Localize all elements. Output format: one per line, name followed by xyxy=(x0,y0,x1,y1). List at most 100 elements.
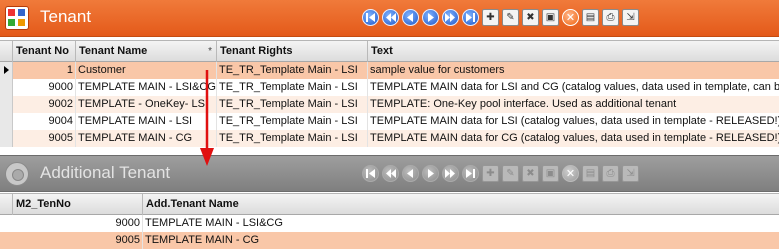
previous-record-button[interactable] xyxy=(402,9,419,26)
column-header-tenant-name[interactable]: Tenant Name * xyxy=(76,41,217,62)
next-page-icon xyxy=(445,169,455,178)
cell-tenant-no[interactable]: 9000 xyxy=(13,79,76,96)
delete-record-icon: ✖ xyxy=(526,11,535,23)
cell-m2-tenno[interactable]: 9000 xyxy=(13,215,143,232)
next-record-icon xyxy=(428,169,434,178)
table-row[interactable]: 9002 TEMPLATE - OneKey- LSI TE_TR_Template… xyxy=(0,96,779,113)
tenant-panel-header: Tenant ✚ ✎ ✖ ▣ ✕ ▤ ⎙ ⇲ xyxy=(0,0,779,37)
print-button[interactable]: ⎙ xyxy=(602,9,619,26)
column-header-tenant-rights[interactable]: Tenant Rights xyxy=(217,41,368,62)
cell-tenant-name[interactable]: TEMPLATE MAIN - CG xyxy=(76,130,217,147)
tenant-grid-body: 1 Customer TE_TR_Template Main - LSI sample… xyxy=(0,62,779,147)
cell-tenant-name[interactable]: TEMPLATE MAIN - LSI&CG xyxy=(76,79,217,96)
cell-tenant-name[interactable]: TEMPLATE MAIN - LSI xyxy=(76,113,217,130)
cell-tenant-rights[interactable]: TE_TR_Template Main - LSI xyxy=(217,79,368,96)
form-view-button[interactable]: ▤ xyxy=(582,9,599,26)
first-record-button[interactable] xyxy=(362,9,379,26)
column-label-text: Text xyxy=(371,45,393,57)
table-row[interactable]: 9004 TEMPLATE MAIN - LSI TE_TR_Template Ma… xyxy=(0,113,779,130)
cell-add-tenant-name[interactable]: TEMPLATE MAIN - LSI&CG xyxy=(143,215,779,232)
export-icon: ⇲ xyxy=(626,11,635,23)
sub-new-record-button[interactable]: ✚ xyxy=(482,165,499,182)
cell-tenant-no[interactable]: 1 xyxy=(13,62,76,79)
cell-add-tenant-name[interactable]: TEMPLATE MAIN - CG xyxy=(143,232,779,249)
sub-print-button[interactable]: ⎙ xyxy=(602,165,619,182)
additional-tenant-toolbar: ✚ ✎ ✖ ▣ ✕ ▤ ⎙ ⇲ xyxy=(362,165,639,182)
last-record-button[interactable] xyxy=(462,9,479,26)
form-view-icon: ▤ xyxy=(585,167,596,179)
sub-save-button[interactable]: ▣ xyxy=(542,165,559,182)
cell-tenant-rights[interactable]: TE_TR_Template Main - LSI xyxy=(217,113,368,130)
sub-next-page-button[interactable] xyxy=(442,165,459,182)
column-label-tenant-rights: Tenant Rights xyxy=(220,45,293,57)
cancel-icon: ✕ xyxy=(565,12,576,24)
sub-last-record-button[interactable] xyxy=(462,165,479,182)
previous-record-icon xyxy=(407,169,413,178)
cell-tenant-no[interactable]: 9004 xyxy=(13,113,76,130)
edit-record-icon: ✎ xyxy=(506,11,515,23)
row-indicator[interactable] xyxy=(0,62,13,79)
export-icon: ⇲ xyxy=(626,167,635,179)
delete-record-button[interactable]: ✖ xyxy=(522,9,539,26)
next-record-icon xyxy=(428,13,434,22)
table-row[interactable]: 1 Customer TE_TR_Template Main - LSI sample… xyxy=(0,62,779,79)
row-indicator-header xyxy=(0,194,13,215)
next-page-icon xyxy=(445,13,455,22)
cell-text[interactable]: TEMPLATE MAIN data for CG (catalog value… xyxy=(368,130,779,147)
column-header-tenant-no[interactable]: Tenant No xyxy=(13,41,76,62)
sub-delete-record-button[interactable]: ✖ xyxy=(522,165,539,182)
sub-edit-record-button[interactable]: ✎ xyxy=(502,165,519,182)
cell-tenant-no[interactable]: 9002 xyxy=(13,96,76,113)
tenant-toolbar: ✚ ✎ ✖ ▣ ✕ ▤ ⎙ ⇲ xyxy=(362,9,639,26)
additional-tenant-grid: M2_TenNo Add.Tenant Name 9000 TEMPLATE MA… xyxy=(0,193,779,249)
column-header-add-tenant-name[interactable]: Add.Tenant Name xyxy=(143,194,779,215)
tenant-grid: Tenant No Tenant Name * Tenant Rights Te… xyxy=(0,40,779,152)
row-indicator[interactable] xyxy=(0,79,13,96)
first-record-icon xyxy=(366,169,375,178)
sub-form-view-button[interactable]: ▤ xyxy=(582,165,599,182)
cell-m2-tenno[interactable]: 9005 xyxy=(13,232,143,249)
table-row[interactable]: 9005 TEMPLATE MAIN - CG TE_TR_Template Mai… xyxy=(0,130,779,147)
sub-previous-record-button[interactable] xyxy=(402,165,419,182)
column-header-m2-tenno[interactable]: M2_TenNo xyxy=(13,194,143,215)
cell-tenant-no[interactable]: 9005 xyxy=(13,130,76,147)
next-page-button[interactable] xyxy=(442,9,459,26)
previous-page-icon xyxy=(386,13,396,22)
new-record-button[interactable]: ✚ xyxy=(482,9,499,26)
save-icon: ▣ xyxy=(545,167,556,179)
next-record-button[interactable] xyxy=(422,9,439,26)
edit-record-button[interactable]: ✎ xyxy=(502,9,519,26)
sub-first-record-button[interactable] xyxy=(362,165,379,182)
sub-export-button[interactable]: ⇲ xyxy=(622,165,639,182)
cell-text[interactable]: TEMPLATE MAIN data for LSI and CG (catal… xyxy=(368,79,779,96)
cell-tenant-name[interactable]: Customer xyxy=(76,62,217,79)
cell-tenant-rights[interactable]: TE_TR_Template Main - LSI xyxy=(217,62,368,79)
column-label-m2-tenno: M2_TenNo xyxy=(16,198,71,210)
row-indicator[interactable] xyxy=(0,113,13,130)
column-label-tenant-name: Tenant Name xyxy=(79,45,148,57)
column-label-add-tenant-name: Add.Tenant Name xyxy=(146,198,239,210)
cancel-button[interactable]: ✕ xyxy=(562,9,579,26)
first-record-icon xyxy=(366,13,375,22)
row-indicator-header xyxy=(0,41,13,62)
save-button[interactable]: ▣ xyxy=(542,9,559,26)
sub-next-record-button[interactable] xyxy=(422,165,439,182)
cell-tenant-rights[interactable]: TE_TR_Template Main - LSI xyxy=(217,130,368,147)
table-row[interactable]: 9000 TEMPLATE MAIN - LSI&CG TE_TR_Template… xyxy=(0,79,779,96)
previous-page-button[interactable] xyxy=(382,9,399,26)
cell-tenant-rights[interactable]: TE_TR_Template Main - LSI xyxy=(217,96,368,113)
sub-cancel-button[interactable]: ✕ xyxy=(562,165,579,182)
cell-tenant-name[interactable]: TEMPLATE - OneKey- LSI xyxy=(76,96,217,113)
sub-previous-page-button[interactable] xyxy=(382,165,399,182)
export-button[interactable]: ⇲ xyxy=(622,9,639,26)
row-indicator[interactable] xyxy=(0,96,13,113)
table-row[interactable]: 9005 TEMPLATE MAIN - CG xyxy=(0,232,779,249)
table-row[interactable]: 9000 TEMPLATE MAIN - LSI&CG xyxy=(0,215,779,232)
cell-text[interactable]: TEMPLATE: One-Key pool interface. Used a… xyxy=(368,96,779,113)
cell-text[interactable]: sample value for customers xyxy=(368,62,779,79)
cell-text[interactable]: TEMPLATE MAIN data for LSI (catalog valu… xyxy=(368,113,779,130)
row-indicator[interactable] xyxy=(0,130,13,147)
cancel-icon: ✕ xyxy=(565,168,576,180)
additional-tenant-panel-title: Additional Tenant xyxy=(40,163,171,182)
column-header-text[interactable]: Text xyxy=(368,41,779,62)
